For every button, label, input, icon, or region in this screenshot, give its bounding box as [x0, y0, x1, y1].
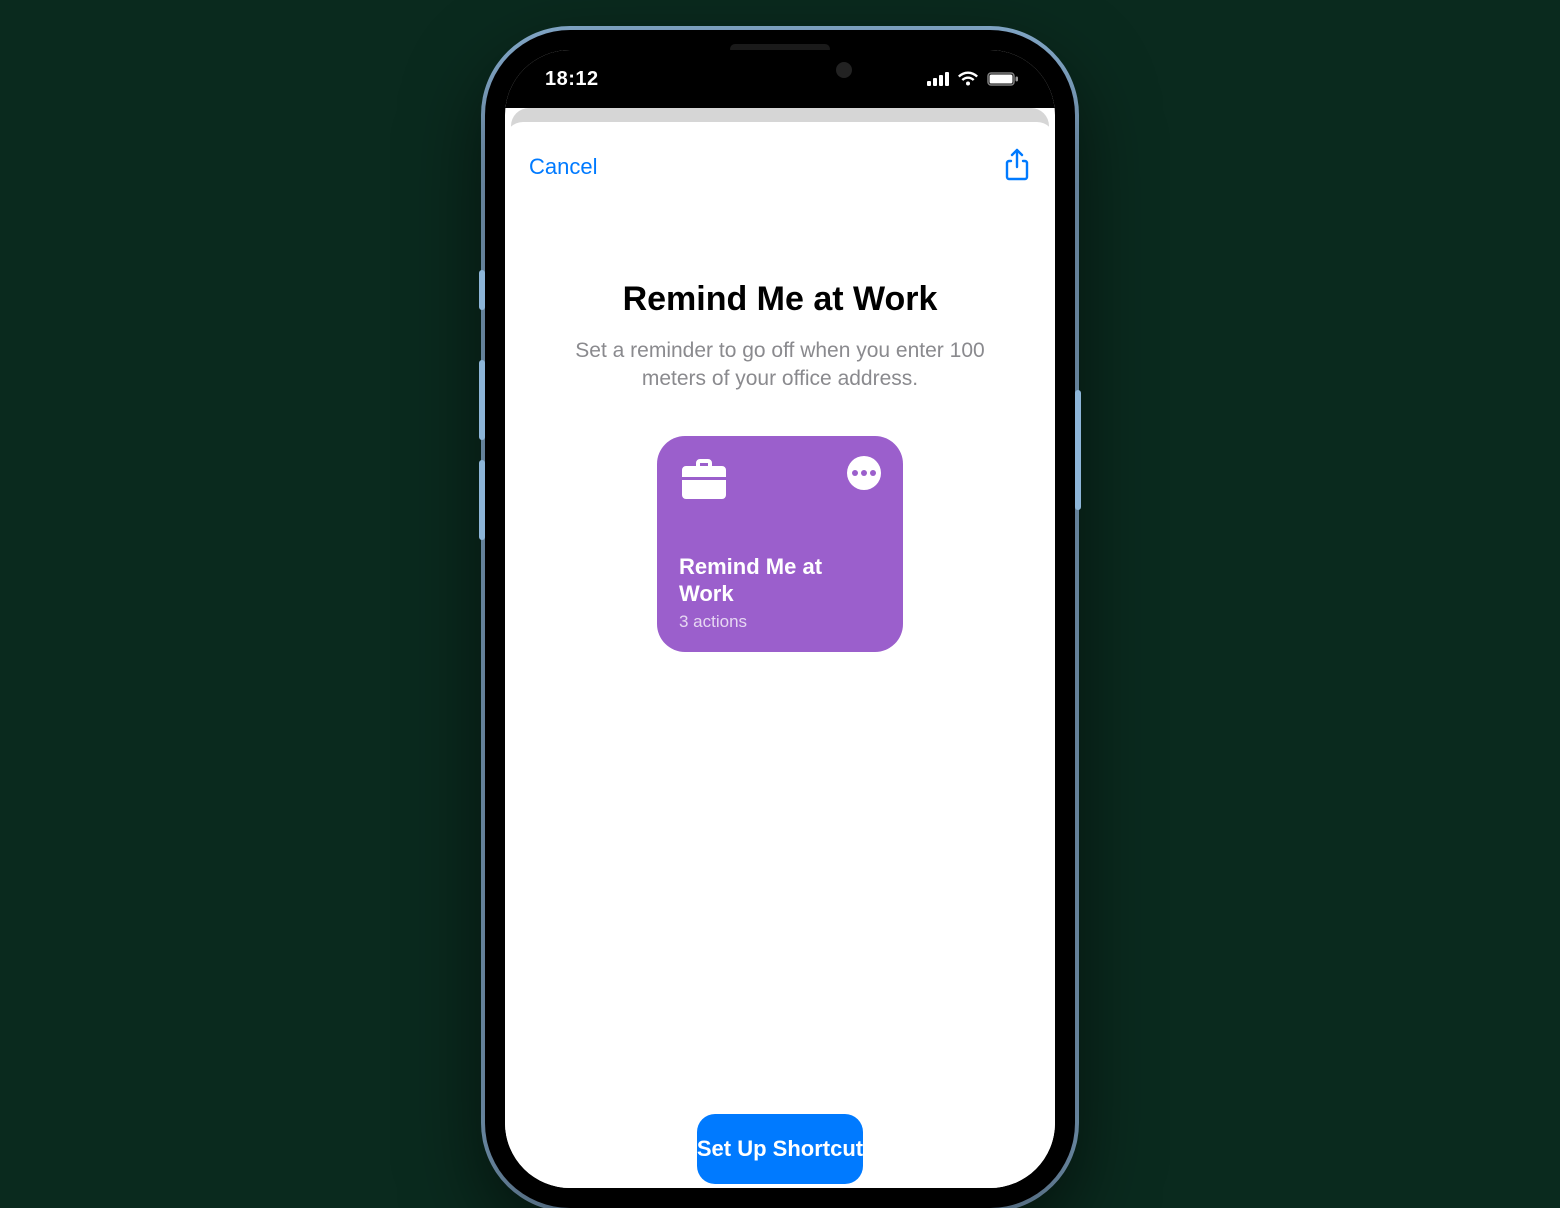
front-camera: [836, 62, 852, 78]
battery-icon: [987, 72, 1019, 86]
more-options-button[interactable]: [847, 456, 881, 490]
card-text-block: Remind Me at Work 3 actions: [679, 553, 881, 632]
card-subtitle: 3 actions: [679, 612, 881, 632]
modal-sheet: Cancel Remind Me at Work Set a reminder …: [505, 122, 1055, 1188]
shortcut-preview-card[interactable]: Remind Me at Work 3 actions: [657, 436, 903, 652]
card-title: Remind Me at Work: [679, 553, 881, 608]
page-description: Set a reminder to go off when you enter …: [570, 337, 990, 394]
silence-switch: [479, 270, 485, 310]
phone-device-frame: 18:12 Cancel Re: [485, 30, 1075, 1208]
share-button[interactable]: [1003, 148, 1031, 187]
volume-down-button: [479, 460, 485, 540]
set-up-shortcut-button[interactable]: Set Up Shortcut: [697, 1114, 863, 1184]
sheet-navigation-bar: Cancel: [529, 144, 1031, 190]
cellular-icon: [927, 72, 949, 86]
display-notch: [670, 50, 890, 92]
card-header-row: [679, 456, 881, 502]
status-time: 18:12: [545, 68, 599, 91]
briefcase-icon: [679, 456, 729, 502]
power-button: [1075, 390, 1081, 510]
cancel-button[interactable]: Cancel: [529, 154, 597, 180]
status-indicators: [927, 71, 1019, 87]
sheet-content: Remind Me at Work Set a reminder to go o…: [529, 190, 1031, 1188]
ellipsis-icon: [852, 470, 876, 476]
volume-up-button: [479, 360, 485, 440]
page-title: Remind Me at Work: [623, 280, 938, 319]
wifi-icon: [957, 71, 979, 87]
phone-screen: 18:12 Cancel Re: [505, 50, 1055, 1188]
